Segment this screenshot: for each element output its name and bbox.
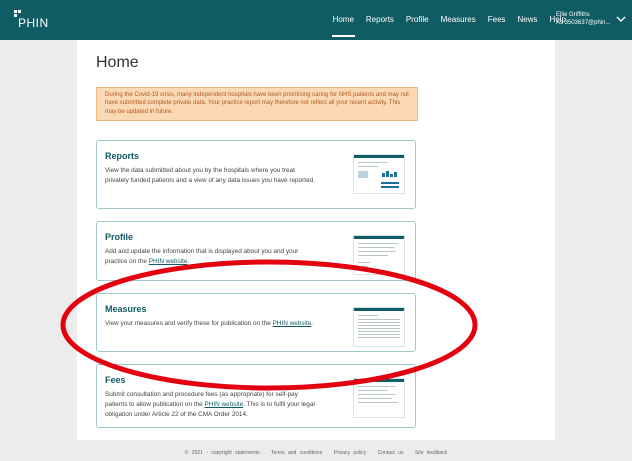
profile-card[interactable]: Profile Add and update the information t… bbox=[96, 221, 416, 281]
fees-thumbnail-image bbox=[353, 378, 405, 418]
user-name: Ellie Griffiths bbox=[556, 12, 590, 18]
profile-card-title: Profile bbox=[105, 232, 134, 242]
covid-notice-banner: During the Covid-19 crisis, many indepen… bbox=[96, 87, 418, 121]
footer-link-terms[interactable]: Terms and conditions bbox=[271, 450, 322, 456]
main-nav: Home Reports Profile Measures Fees News … bbox=[327, 0, 572, 40]
user-account: As 3503637@phin... bbox=[556, 20, 611, 26]
profile-thumbnail-image bbox=[353, 235, 405, 275]
measures-card[interactable]: Measures View your measures and verify t… bbox=[96, 293, 416, 352]
reports-card-description: View the data submitted about you by the… bbox=[105, 167, 315, 185]
nav-item-measures[interactable]: Measures bbox=[435, 0, 482, 40]
top-navigation-bar: PHIN Home Reports Profile Measures Fees … bbox=[0, 0, 632, 40]
phin-website-link[interactable]: PHIN website bbox=[204, 401, 243, 408]
fees-card-description: Submit consultation and procedure fees (… bbox=[105, 391, 315, 419]
footer-link-feedback[interactable]: Site feedback bbox=[415, 450, 447, 456]
nav-item-news[interactable]: News bbox=[512, 0, 544, 40]
profile-card-description: Add and update the information that is d… bbox=[105, 248, 299, 266]
user-menu[interactable]: Ellie Griffiths As 3503637@phin... bbox=[556, 11, 616, 27]
phin-website-link[interactable]: PHIN website bbox=[149, 258, 188, 265]
reports-card[interactable]: Reports View the data submitted about yo… bbox=[96, 140, 416, 209]
chevron-down-icon[interactable] bbox=[616, 14, 626, 24]
nav-item-home[interactable]: Home bbox=[327, 0, 360, 40]
reports-card-title: Reports bbox=[105, 151, 140, 161]
measures-card-description: View your measures and verify these for … bbox=[105, 320, 314, 327]
footer-link-contact[interactable]: Contact us bbox=[378, 450, 404, 456]
nav-item-profile[interactable]: Profile bbox=[400, 0, 435, 40]
footer-copyright: © 2021 - copyright statements bbox=[184, 450, 260, 456]
page-footer: © 2021 - copyright statements Terms and … bbox=[0, 450, 632, 456]
measures-card-title: Measures bbox=[105, 304, 147, 314]
nav-item-fees[interactable]: Fees bbox=[482, 0, 512, 40]
phin-website-link[interactable]: PHIN website bbox=[273, 320, 312, 327]
main-content: Home During the Covid-19 crisis, many in… bbox=[77, 40, 555, 440]
reports-thumbnail-image bbox=[353, 154, 405, 194]
measures-thumbnail-image bbox=[353, 307, 405, 347]
fees-card-title: Fees bbox=[105, 375, 126, 385]
fees-card[interactable]: Fees Submit consultation and procedure f… bbox=[96, 364, 416, 428]
page-title: Home bbox=[96, 54, 139, 71]
nav-item-reports[interactable]: Reports bbox=[360, 0, 400, 40]
phin-logo-text: PHIN bbox=[18, 16, 49, 30]
footer-link-privacy[interactable]: Privacy policy bbox=[334, 450, 367, 456]
